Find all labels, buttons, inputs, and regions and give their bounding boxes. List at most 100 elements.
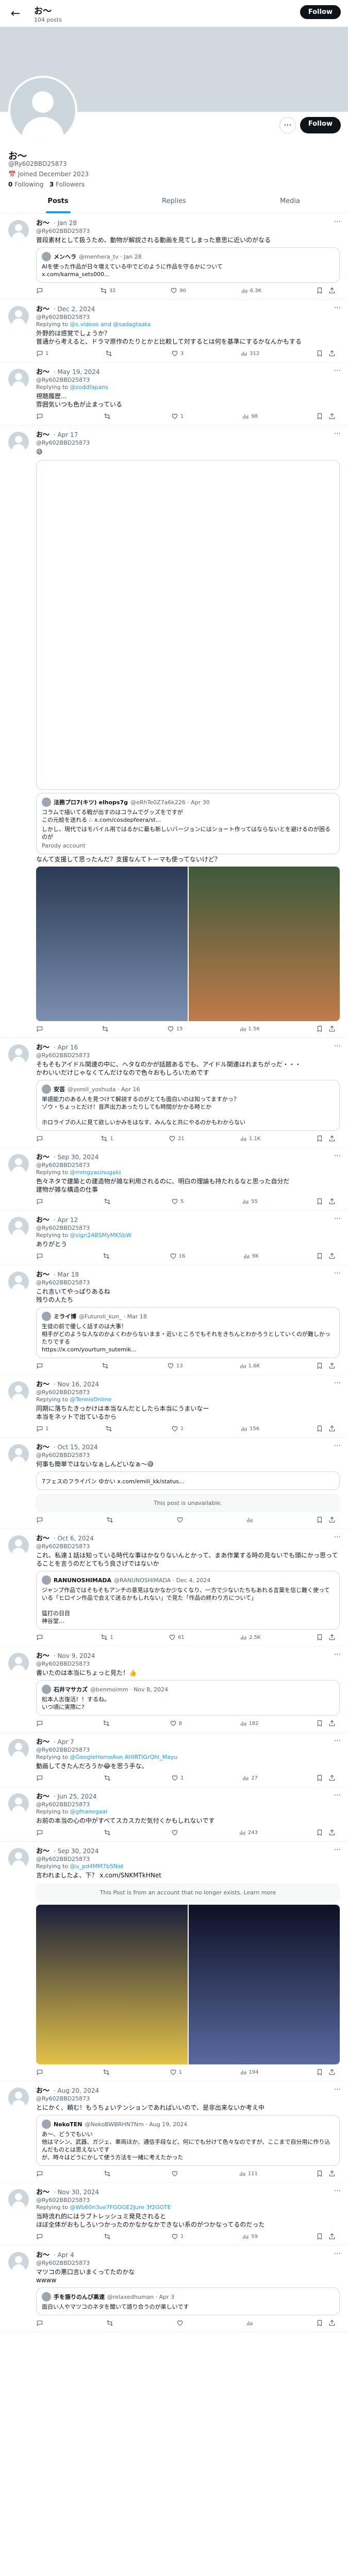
tweet-author-name[interactable]: お〜 <box>36 1381 49 1388</box>
share-button[interactable] <box>328 350 336 357</box>
tweet-avatar[interactable] <box>8 1381 29 1402</box>
views-button[interactable]: 156 <box>240 1425 259 1432</box>
tweet-date[interactable]: · May 19, 2024 <box>52 368 100 376</box>
quote-avatar[interactable] <box>42 1084 51 1094</box>
more-icon[interactable]: ··· <box>334 1651 341 1659</box>
reply-button[interactable]: 1 <box>36 350 48 357</box>
quote-avatar[interactable] <box>42 798 51 807</box>
image-right[interactable] <box>188 867 340 1021</box>
reply-button[interactable] <box>36 1720 45 1727</box>
repost-button[interactable] <box>104 1198 113 1205</box>
tweet-handle[interactable]: @Ry602BBD25873 <box>36 377 340 384</box>
tweet-handle[interactable]: @Ry602BBD25873 <box>36 228 340 235</box>
quote-author[interactable]: 法務プロ7(キツ) elhops7g <box>54 799 128 806</box>
quoted-tweet[interactable]: 手を振りのんび高速 @relaxedhuman · Apr 3 面白い人やマツコのネ… <box>36 2287 340 2315</box>
like-button[interactable]: 8 <box>170 1720 182 1727</box>
views-button[interactable]: 2.5K <box>240 1634 261 1641</box>
like-button[interactable]: 1 <box>171 1774 184 1782</box>
tweet-avatar[interactable] <box>8 1217 29 1238</box>
tweet-date[interactable]: · Sep 30, 2024 <box>52 1848 99 1855</box>
bookmark-button[interactable] <box>316 413 323 420</box>
tweet-4[interactable]: ··· お〜 · Apr 16 @Ry602BBD25873 そもそもアイドル関連の中… <box>0 1038 348 1148</box>
reply-target[interactable]: @sign24BSMyMKSbW <box>70 1232 132 1239</box>
repost-button[interactable]: 1 <box>101 1135 113 1142</box>
reply-button[interactable] <box>36 1252 45 1260</box>
more-icon[interactable]: ··· <box>334 430 341 438</box>
like-button[interactable]: 1 <box>170 2069 182 2076</box>
tweet-author-name[interactable]: お〜 <box>36 1216 49 1224</box>
tweet-date[interactable]: · Apr 4 <box>52 2251 74 2259</box>
views-button[interactable]: 27 <box>242 1774 258 1782</box>
back-arrow-icon[interactable]: ← <box>6 7 25 20</box>
bookmark-button[interactable] <box>316 1362 323 1369</box>
share-button[interactable] <box>328 1829 336 1836</box>
tweet-handle[interactable]: @Ry602BBD25873 <box>36 1162 340 1169</box>
reply-button[interactable]: 1 <box>36 1425 48 1432</box>
tweet-0[interactable]: ··· お〜 · Jan 28 @Ry602BBD25873 普段素材として扱うため、… <box>0 214 348 300</box>
following-count[interactable]: 0 <box>8 181 12 188</box>
tweet-author-name[interactable]: お〜 <box>36 2087 49 2095</box>
bookmark-button[interactable] <box>316 350 323 357</box>
like-button[interactable]: 16 <box>170 1252 185 1260</box>
tweet-handle[interactable]: @Ry602BBD25873 <box>36 1856 340 1863</box>
tweet-avatar[interactable] <box>8 1535 29 1556</box>
tweet-16[interactable]: ··· お〜 · Nov 30, 2024 @Ry602BBD25873 Replyi… <box>0 2183 348 2246</box>
more-icon[interactable]: ··· <box>334 1379 341 1387</box>
repost-button[interactable] <box>106 2319 115 2327</box>
quoted-tweet[interactable]: ミライ博 @Futuroli_kun_ · Mar 18 生徒の前で優しく話すのは大… <box>36 1307 340 1358</box>
tweet-10[interactable]: ··· お〜 · Oct 6, 2024 @Ry602BBD25873 これ、私達１話… <box>0 1529 348 1647</box>
repost-button[interactable] <box>104 2233 113 2240</box>
share-button[interactable] <box>328 2233 336 2240</box>
reply-target[interactable]: @GoogleHomeAsn AHIRTIGrQhI_Mayu <box>70 1754 178 1760</box>
quoted-tweet[interactable]: NekoTEN @NekoBWBRHN7Nm · Aug 19, 2024 あ〜、ど… <box>36 2115 340 2166</box>
tweet-date[interactable]: · Nov 9, 2024 <box>52 1652 95 1659</box>
views-button[interactable]: 243 <box>239 1829 258 1836</box>
quoted-tweet[interactable]: RANUNOSHIMADA @RANUNOSHIMADA · Dec 4, 202… <box>36 1571 340 1630</box>
reply-button[interactable] <box>36 1829 45 1836</box>
more-icon[interactable]: ··· <box>334 367 341 375</box>
tweet-12[interactable]: ··· お〜 · Apr 7 @Ry602BBD25873 Replying to @… <box>0 1733 348 1787</box>
share-button[interactable] <box>328 2170 336 2177</box>
tweet-author-name[interactable]: お〜 <box>36 1652 49 1660</box>
share-button[interactable] <box>328 413 336 420</box>
quoted-tweet[interactable]: 7フェスのフライパン ゆかい x.com/emili_kk/status... <box>36 1471 340 1490</box>
tweet-author-name[interactable]: お〜 <box>36 306 49 313</box>
share-button[interactable] <box>328 2319 336 2327</box>
repost-button[interactable] <box>104 413 113 420</box>
repost-button[interactable]: 32 <box>100 287 116 294</box>
bookmark-button[interactable] <box>316 1829 323 1836</box>
tweet-date[interactable]: · Oct 6, 2024 <box>52 1535 94 1542</box>
quote-author[interactable]: NekoTEN <box>54 2121 82 2128</box>
repost-button[interactable] <box>105 1425 114 1432</box>
reply-button[interactable] <box>36 2170 45 2177</box>
views-button[interactable]: 1.5K <box>239 1025 260 1032</box>
quote-avatar[interactable] <box>42 2120 51 2129</box>
more-icon[interactable]: ··· <box>334 304 341 312</box>
quote-author[interactable]: メンヘラ <box>54 253 76 261</box>
tweet-15[interactable]: ··· お〜 · Aug 20, 2024 @Ry602BBD25873 とにかく、頼… <box>0 2081 348 2183</box>
like-button[interactable]: 13 <box>167 1362 183 1369</box>
reply-button[interactable] <box>36 2319 45 2327</box>
reply-button[interactable] <box>36 2069 45 2076</box>
image-right[interactable] <box>188 1905 340 2064</box>
tweet-date[interactable]: · Apr 16 <box>52 1044 78 1051</box>
tweet-author-name[interactable]: お〜 <box>36 1738 49 1746</box>
tweet-avatar[interactable] <box>8 1793 29 1814</box>
tweet-date[interactable]: · Mar 18 <box>52 1271 79 1278</box>
tweet-handle[interactable]: @Ry602BBD25873 <box>36 2197 340 2204</box>
bookmark-button[interactable] <box>316 287 323 294</box>
more-icon[interactable]: ··· <box>334 218 341 226</box>
bookmark-button[interactable] <box>316 2319 323 2327</box>
bookmark-button[interactable] <box>316 2233 323 2240</box>
like-button[interactable]: 5 <box>171 1198 184 1205</box>
views-button[interactable]: 59 <box>242 2233 258 2240</box>
bookmark-button[interactable] <box>316 2170 323 2177</box>
share-button[interactable] <box>328 1025 336 1032</box>
tweet-author-name[interactable]: お〜 <box>36 368 49 376</box>
tweet-avatar[interactable] <box>8 220 29 241</box>
more-icon[interactable]: ··· <box>334 1042 341 1050</box>
quoted-tweet[interactable]: 石井マサカズ @benmoimm · Nov 8, 2024 松本人志復活！！するね… <box>36 1680 340 1716</box>
bookmark-button[interactable] <box>316 2069 323 2076</box>
tweet-17[interactable]: ··· お〜 · Apr 4 @Ry602BBD25873 マツコの悪口言いまくってた… <box>0 2246 348 2332</box>
tweet-author-name[interactable]: お〜 <box>36 1535 49 1543</box>
